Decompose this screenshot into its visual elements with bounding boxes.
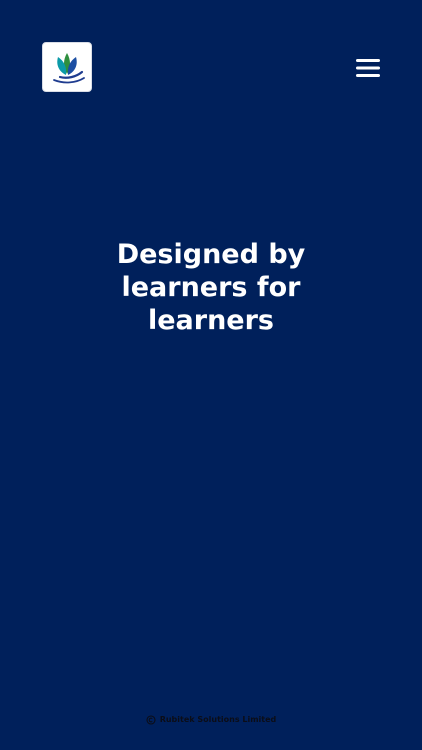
brand-logo[interactable] xyxy=(42,42,92,92)
menu-button[interactable] xyxy=(350,54,386,82)
footer: Rubitek Solutions Limited xyxy=(0,713,422,727)
footer-company-name: Rubitek Solutions Limited xyxy=(159,715,277,724)
hero-headline: Designed by learners for learners xyxy=(116,239,306,336)
hamburger-menu-icon xyxy=(356,59,380,77)
copyright-icon xyxy=(146,715,156,725)
app-screen: Designed by learners for learners Rubite… xyxy=(0,0,422,750)
brand-logo-icon xyxy=(53,53,85,84)
